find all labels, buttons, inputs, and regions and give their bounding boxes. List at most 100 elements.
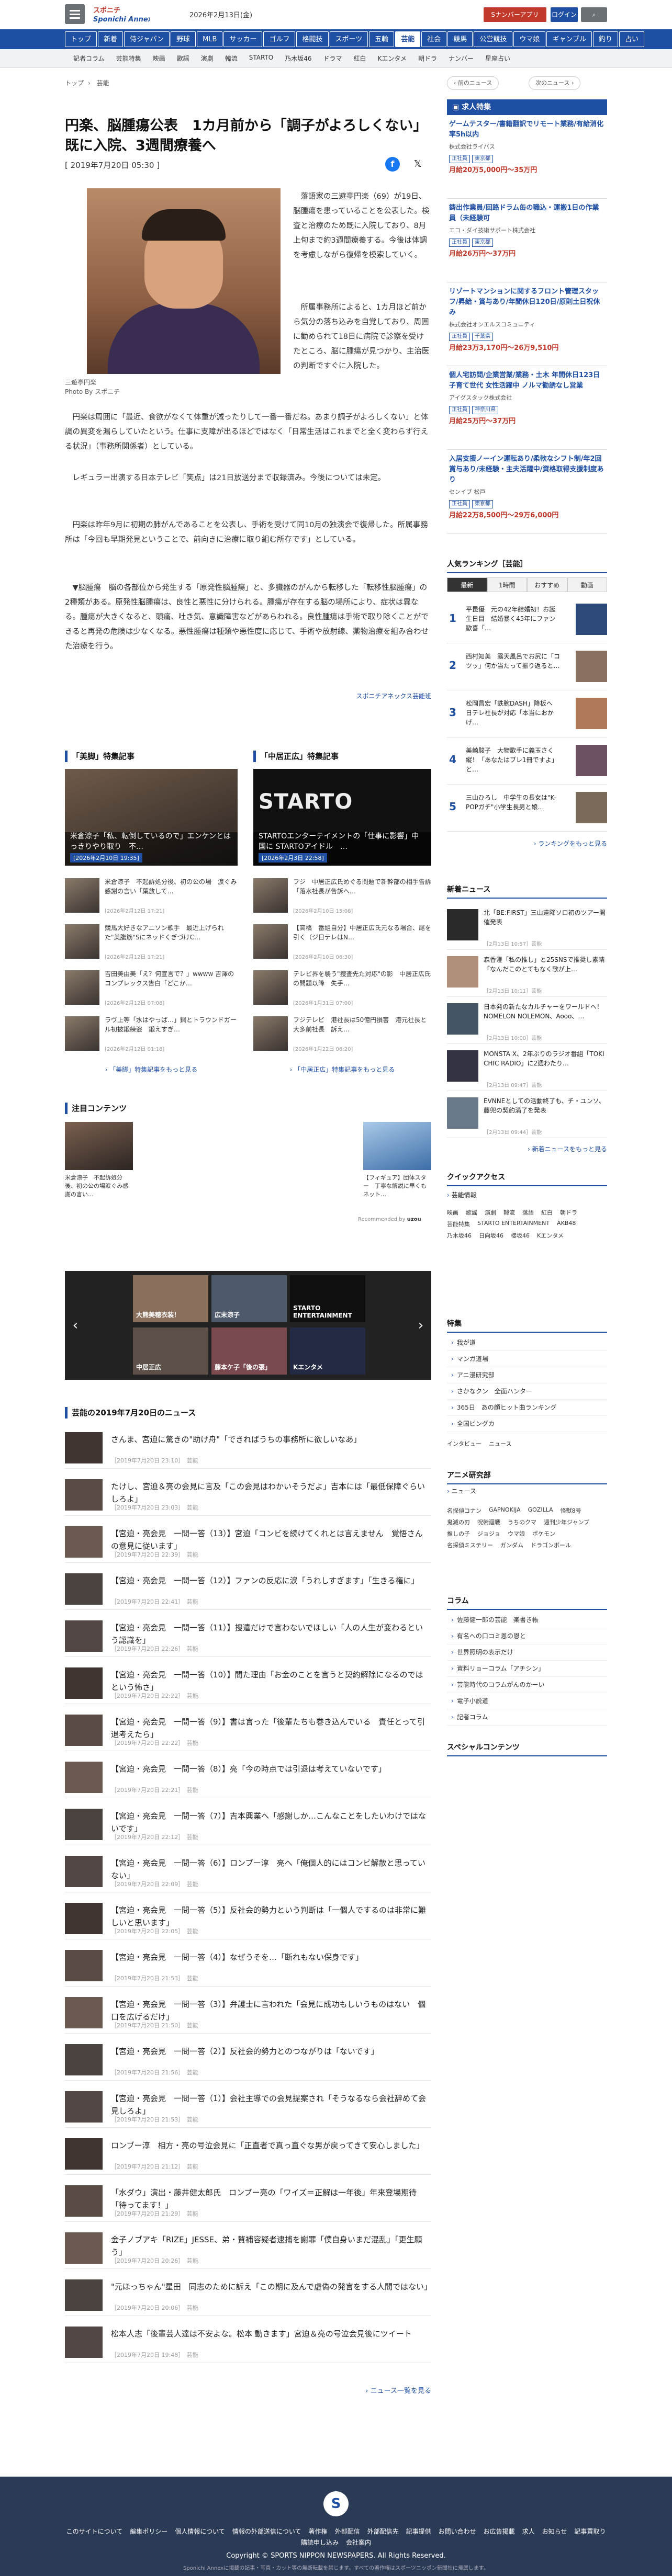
footer-link[interactable]: 記事買取り <box>574 2527 606 2536</box>
footer-link[interactable]: 記事提供 <box>406 2527 431 2536</box>
snav-item-5[interactable]: 韓流 <box>225 54 238 63</box>
daily-news-row[interactable]: 金子ノブアキ「RIZE」JESSE、弟・贅補容疑者逮捕を謝罪「僕自身いまだ混乱」… <box>65 2227 431 2269</box>
snav-item-2[interactable]: 映画 <box>153 54 165 63</box>
ranking-tab-0[interactable]: 最新 <box>447 577 487 592</box>
chip-link[interactable]: 日向坂46 <box>479 1231 503 1240</box>
chip-link[interactable]: 演劇 <box>485 1208 496 1217</box>
gnav-item-1[interactable]: 新着 <box>98 31 124 47</box>
side-list-item[interactable]: 芸能時代のコラムがんのかーい <box>447 1677 607 1693</box>
snav-item-13[interactable]: 星座占い <box>485 54 510 63</box>
side-list-item[interactable]: マンガ道場 <box>447 1351 607 1367</box>
chip-link[interactable]: 韓流 <box>503 1208 515 1217</box>
carousel-prev-icon[interactable]: ‹ <box>70 1316 81 1335</box>
focus-left-thumb[interactable] <box>65 1122 133 1170</box>
snav-item-10[interactable]: Kエンタメ <box>378 54 407 63</box>
side-list-item[interactable]: 資料リョーコラム「アチシン」 <box>447 1661 607 1677</box>
ranking-item[interactable]: 3 松岡昌宏「鉄腕DASH」降板へ 日テレ社長が対応「本当におかげ… <box>447 690 607 737</box>
chip-link[interactable]: 櫻坂46 <box>511 1231 530 1240</box>
chip-link[interactable]: 呪術廻戦 <box>477 1518 500 1526</box>
footer-link[interactable]: 個人情報について <box>175 2527 225 2536</box>
snav-item-0[interactable]: 記者コラム <box>73 54 105 63</box>
facebook-share-icon[interactable]: f <box>385 157 400 172</box>
menu-icon[interactable] <box>65 4 85 24</box>
chip-link[interactable]: 名探偵ミステリー <box>447 1541 493 1549</box>
footer-link[interactable]: このサイトについて <box>66 2527 123 2536</box>
job-item[interactable]: ゲームテスター/書籍翻訳でリモート業務/有給消化率5h以内 株式会社ライパス 正社員… <box>447 115 607 199</box>
ranking-tab-3[interactable]: 動画 <box>567 577 607 592</box>
gnav-item-5[interactable]: サッカー <box>223 31 263 47</box>
gnav-item-15[interactable]: ギャンブル <box>546 31 592 47</box>
ranking-item[interactable]: 2 西村知美 露天風呂でお尻に「コツッ」何か当たって振り返ると… <box>447 643 607 690</box>
chip-link[interactable]: 鬼滅の刃 <box>447 1518 470 1526</box>
chip-link[interactable]: 乃木坂46 <box>447 1231 472 1240</box>
chip-link[interactable]: 紅白 <box>541 1208 553 1217</box>
footer-link[interactable]: 求人 <box>522 2527 535 2536</box>
side-list-item[interactable]: 有名への口コミ恩の恩と <box>447 1628 607 1644</box>
gnav-item-8[interactable]: スポーツ <box>329 31 368 47</box>
chip-link[interactable]: ポケモン <box>532 1529 555 1538</box>
footer-link[interactable]: 外部配信先 <box>367 2527 399 2536</box>
daily-news-row[interactable]: 「水ダウ」演出・藤井健太郎氏 ロンブー亮の「ワイズ＝正解は一年後」年来登場期待「… <box>65 2180 431 2222</box>
daily-news-row[interactable]: 【宮迫・亮会見 一問一答（11）】捜遣だけで言わないでほしい「人の人生が変わると… <box>65 1615 431 1657</box>
snav-item-12[interactable]: ナンバー <box>449 54 474 63</box>
gnav-item-0[interactable]: トップ <box>65 31 97 47</box>
gnav-item-10[interactable]: 芸能 <box>395 31 421 47</box>
side-list-item[interactable]: 世界照明の表示だけ <box>447 1644 607 1661</box>
gnav-item-14[interactable]: ウマ娘 <box>513 31 546 47</box>
chip-link[interactable]: 落語 <box>522 1208 534 1217</box>
news-list-more-link[interactable]: › ニュース一覧を見る <box>65 2385 431 2395</box>
footer-link[interactable]: 購読申し込み <box>301 2538 339 2547</box>
side-list-item[interactable]: 電子小説道 <box>447 1693 607 1709</box>
chip-link[interactable]: Kエンタメ <box>537 1231 564 1240</box>
daily-news-row[interactable]: 【宮迫・亮会見 一問一答（4）】なぜうそを…「断れもない保身です」 ［2019年7… <box>65 1945 431 1987</box>
job-item[interactable]: 個人宅訪問/企業営業/業務・土木 年間休日123日 子育て世代 女性活躍中 ノル… <box>447 366 607 450</box>
side-list-item[interactable]: アニ漫研究部 <box>447 1367 607 1383</box>
chip-link[interactable]: 朝ドラ <box>560 1208 577 1217</box>
chip-link[interactable]: 歌謡 <box>466 1208 477 1217</box>
gnav-item-17[interactable]: 占い <box>619 31 644 47</box>
special_right-item[interactable]: フジテレビ 港社長は50億円損害 港元社長と大多前社長 訴え… [2026年1月2… <box>253 1014 431 1056</box>
latest-item[interactable]: 日本発の新たなカルチャーをワールドへ！NOMELON NOLEMON、Aooo、… <box>447 997 607 1044</box>
daily-news-row[interactable]: たけし、宮迫＆亮の会見に言及「この会見はわかいそうだよ」吉本には「最低保障ぐらい… <box>65 1474 431 1516</box>
daily-news-row[interactable]: 【宮迫・亮会見 一問一答（10）】間た理由「お金のことを言うと契約解除になるので… <box>65 1662 431 1704</box>
gnav-item-9[interactable]: 五輪 <box>369 31 395 47</box>
snav-item-3[interactable]: 歌謡 <box>177 54 189 63</box>
special_left-item[interactable]: 米倉涼子 不起訴処分後、初の公の場 涙ぐみ感謝の言い「葉放して… [2026年2月… <box>65 876 238 918</box>
daily-news-row[interactable]: 【宮迫・亮会見 一問一答（5）】反社会的勢力という判断は「一個人でするのは非常に… <box>65 1898 431 1939</box>
next-news-link[interactable]: 次のニュース › <box>529 76 581 90</box>
x-share-icon[interactable]: 𝕏 <box>410 157 425 172</box>
side-list-item[interactable]: 365日 あの顔ヒット曲ランキング <box>447 1400 607 1416</box>
gnav-item-2[interactable]: 侍ジャパン <box>124 31 170 47</box>
footer-link[interactable]: 外部配信 <box>335 2527 360 2536</box>
snav-item-1[interactable]: 芸能特集 <box>116 54 141 63</box>
chip-link[interactable]: ニュース <box>489 1439 511 1448</box>
chip-link[interactable]: うちのクマ <box>508 1518 536 1526</box>
carousel-tile[interactable]: 広末涼子 <box>211 1275 287 1322</box>
chip-link[interactable]: 推しの子 <box>447 1529 470 1538</box>
carousel-tile[interactable]: 藤本ケ子「後の張」 <box>211 1327 287 1375</box>
carousel-tile[interactable]: 中居正広 <box>133 1327 208 1375</box>
latest-item[interactable]: 森香澄「私の推し」と25SNSで推奨し素晴「なんだこのとてもなく歌が上… ［2月1… <box>447 950 607 997</box>
daily-news-row[interactable]: 【宮迫・亮会見 一問一答（12）】ファンの反応に涙「うれしすぎます」「生きる権に… <box>65 1568 431 1610</box>
snav-item-6[interactable]: STARTO <box>249 54 273 63</box>
special_left-item[interactable]: ラヴ上等「水はやっぱ…」鋼とトラウンドガール初披鍛練姿 鍛えすぎ… [2026年2… <box>65 1014 238 1056</box>
daily-news-row[interactable]: ロンブー淳 相方・亮の号泣会見に「正直者で真っ直ぐな男が戻ってきて安心しました」… <box>65 2133 431 2175</box>
chip-link[interactable]: インタビュー <box>447 1439 481 1448</box>
footer-logo-icon[interactable]: S <box>323 2491 349 2516</box>
special_right-item[interactable]: テレビ界を襲う"捜査先た対応"の影 中居正広氏の問題以降 失手… [2026年1月… <box>253 968 431 1010</box>
chip-link[interactable]: ドラゴンボール <box>531 1541 571 1549</box>
ranking-item[interactable]: 1 平昆優 元の42年結婚初！お誕生日目 結婚暴く45年にファン歓喜「… <box>447 596 607 643</box>
carousel-tile[interactable]: 大熊美穂衣装！ <box>133 1275 208 1322</box>
job-item[interactable]: 入居支援ノーイン運転あり/柔軟なシフト制/年2回賞与あり/未経験・主夫活躍中/資… <box>447 450 607 534</box>
snav-item-4[interactable]: 演劇 <box>201 54 214 63</box>
footer-link[interactable]: 編集ポリシー <box>130 2527 167 2536</box>
ranking-item[interactable]: 5 三山ひろし 中学生の長女は"K-POPガチ"小学生長男と娘… <box>447 785 607 832</box>
gnav-item-16[interactable]: 釣り <box>592 31 618 47</box>
carousel-tile[interactable]: Kエンタメ <box>290 1327 365 1375</box>
app-button[interactable]: Sナンバーアプリ <box>484 7 546 22</box>
daily-news-row[interactable]: 【宮迫・亮会見 一問一答（7）】吉本興業へ「感謝しか…こんなことをしたいわけでは… <box>65 1803 431 1845</box>
job-item[interactable]: リゾートマンションに関するフロント管理スタッフ/昇給・賞与あり/年間休日120日… <box>447 282 607 366</box>
special_right-item[interactable]: フジ 中居正広氏めぐる問題で新幹部の相手告訴 「落水社長が告訴へ… [2026年2… <box>253 876 438 918</box>
gnav-item-3[interactable]: 野球 <box>171 31 196 47</box>
ranking-item[interactable]: 4 美崎駿子 大物歌手に義玉さく縦！「あなたはブレ1冊ですよ」と… <box>447 737 607 785</box>
